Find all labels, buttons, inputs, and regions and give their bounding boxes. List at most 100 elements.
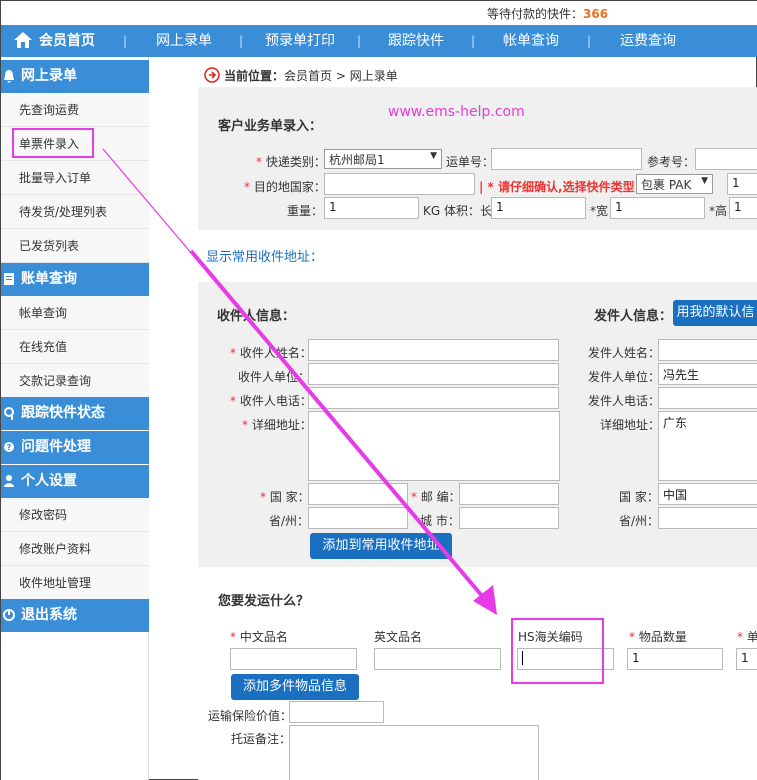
unit-input[interactable]: 1 xyxy=(736,648,757,670)
pending-label: 等待付款的快件： xyxy=(487,7,584,21)
sidebar-item-change-password[interactable]: 修改密码 xyxy=(1,498,149,532)
show-common-address-link[interactable]: 显示常用收件地址： xyxy=(206,246,323,265)
remark-textarea[interactable] xyxy=(289,725,539,780)
sidebar-item-edit-account[interactable]: 修改账户资料 xyxy=(1,532,149,566)
pending-payment-text: 等待付款的快件：366 xyxy=(487,5,608,22)
recipient-phone-input[interactable] xyxy=(308,387,559,409)
nav-online-order[interactable]: 网上录单 xyxy=(156,25,212,57)
sidebar-item-pending-list[interactable]: 待发货/处理列表 xyxy=(1,195,149,229)
bell-icon xyxy=(4,70,14,83)
qty-input[interactable]: 1 xyxy=(627,648,723,670)
destination-label: * 目的地国家： xyxy=(244,180,326,194)
recipient-zip-label: * 邮 编： xyxy=(411,490,461,504)
width-input[interactable]: 1 xyxy=(610,197,705,219)
pending-count[interactable]: 366 xyxy=(583,7,608,21)
sender-name-input[interactable] xyxy=(658,339,757,361)
package-qty-input[interactable]: 1 xyxy=(727,173,757,195)
main-nav: 会员首页 | 网上录单 | 预录单打印 | 跟踪快件 | 帐单查询 | 运费查询 xyxy=(1,25,757,57)
recipient-company-input[interactable] xyxy=(308,363,559,385)
height-input[interactable]: 1 xyxy=(729,197,757,219)
user-icon xyxy=(4,475,14,487)
nav-bill[interactable]: 帐单查询 xyxy=(503,25,559,57)
sender-country-input[interactable]: 中国 xyxy=(658,483,757,505)
question-icon: ? xyxy=(4,442,14,452)
sidebar-item-address-manage[interactable]: 收件地址管理 xyxy=(1,566,149,600)
cn-name-label: * 中文品名 xyxy=(230,630,288,644)
sender-country-label: 国 家： xyxy=(619,490,659,504)
sidebar-group-bill[interactable]: 账单查询 xyxy=(1,263,149,296)
courier-type-label: * 快递类别： xyxy=(256,155,326,169)
sidebar-item-payment-records[interactable]: 交款记录查询 xyxy=(1,364,149,398)
sidebar: 网上录单 先查询运费 单票件录入 批量导入订单 待发货/处理列表 已发货列表 账… xyxy=(1,57,149,780)
sender-name-label: 发件人姓名： xyxy=(588,346,661,360)
volume-length-label: KG 体积：长 xyxy=(423,204,492,218)
sidebar-group-tracking[interactable]: 跟踪快件状态 xyxy=(1,397,149,430)
sender-address-label: 详细地址： xyxy=(600,418,661,432)
sender-province-input[interactable] xyxy=(658,507,757,529)
sidebar-group-title: 跟踪快件状态 xyxy=(21,405,105,421)
sender-province-label: 省/州： xyxy=(619,514,660,528)
nav-track[interactable]: 跟踪快件 xyxy=(388,25,444,57)
sender-company-label: 发件人单位： xyxy=(588,370,661,384)
insurance-label: 运输保险价值： xyxy=(208,709,293,723)
sender-company-input[interactable]: 冯先生 xyxy=(658,363,757,385)
insurance-input[interactable] xyxy=(289,701,384,723)
recipient-name-input[interactable] xyxy=(308,339,559,361)
sidebar-item-batch-import[interactable]: 批量导入订单 xyxy=(1,161,149,195)
package-type-select[interactable]: 包裹 PAK ▼ xyxy=(636,174,713,194)
add-multiple-goods-button[interactable]: 添加多件物品信息 xyxy=(231,674,359,700)
sidebar-group-title: 账单查询 xyxy=(21,271,77,287)
add-common-address-button[interactable]: 添加到常用收件地址 xyxy=(310,533,452,559)
recipient-country-input[interactable] xyxy=(308,483,408,505)
sidebar-group-title: 网上录单 xyxy=(21,68,77,84)
top-bar: 等待付款的快件：366 xyxy=(1,1,757,25)
nav-home[interactable]: 会员首页 xyxy=(39,25,95,57)
sidebar-group-problem[interactable]: ? 问题件处理 xyxy=(1,431,149,464)
nav-separator: | xyxy=(123,34,128,48)
nav-separator: | xyxy=(471,34,476,48)
waybill-input[interactable] xyxy=(491,148,642,170)
tracking-icon xyxy=(4,407,14,420)
en-name-label: 英文品名 xyxy=(374,630,423,644)
breadcrumb-path[interactable]: 会员首页 > 网上录单 xyxy=(284,69,398,83)
sidebar-item-recharge[interactable]: 在线充值 xyxy=(1,330,149,364)
use-default-sender-button[interactable]: 用我的默认信 xyxy=(673,300,757,326)
en-name-input[interactable] xyxy=(374,648,501,670)
nav-preorder-print[interactable]: 预录单打印 xyxy=(265,25,335,57)
weight-input[interactable]: 1 xyxy=(324,197,419,219)
breadcrumb-label: 当前位置： xyxy=(224,69,285,83)
recipient-name-label: * 收件人姓名： xyxy=(230,346,312,360)
sidebar-group-title: 问题件处理 xyxy=(21,439,91,455)
reference-label: 参考号： xyxy=(647,155,696,169)
cn-name-input[interactable] xyxy=(230,648,357,670)
order-form-title: 客户业务单录入： xyxy=(218,119,323,134)
recipient-province-input[interactable] xyxy=(308,507,408,529)
recipient-title: 收件人信息： xyxy=(217,309,296,324)
arrow-right-icon xyxy=(204,67,220,83)
sidebar-item-freight-query[interactable]: 先查询运费 xyxy=(1,93,149,127)
sidebar-group-online-order[interactable]: 网上录单 xyxy=(1,60,149,93)
recipient-country-label: * 国 家： xyxy=(260,490,310,504)
sidebar-item-shipped-list[interactable]: 已发货列表 xyxy=(1,229,149,263)
watermark: www.ems-help.com xyxy=(388,104,525,120)
svg-text:?: ? xyxy=(7,443,12,452)
package-type-warning: | * 请仔细确认,选择快件类型： xyxy=(479,180,647,194)
remark-label: 托运备注： xyxy=(231,732,292,746)
reference-input[interactable] xyxy=(695,148,757,170)
length-input[interactable]: 1 xyxy=(491,197,586,219)
nav-freight[interactable]: 运费查询 xyxy=(620,25,676,57)
recipient-zip-input[interactable] xyxy=(459,483,559,505)
recipient-address-textarea[interactable] xyxy=(308,411,560,481)
sidebar-item-bill-query[interactable]: 帐单查询 xyxy=(1,296,149,330)
courier-type-select[interactable]: 杭州邮局1 ▼ xyxy=(324,149,442,169)
sender-address-textarea[interactable]: 广东 xyxy=(658,411,757,481)
recipient-city-input[interactable] xyxy=(459,507,559,529)
sidebar-group-settings[interactable]: 个人设置 xyxy=(1,465,149,498)
sender-phone-input[interactable] xyxy=(658,387,757,409)
unit-label: * 单 xyxy=(737,630,757,644)
sidebar-group-logout[interactable]: 退出系统 xyxy=(1,599,149,632)
destination-input[interactable] xyxy=(324,173,475,195)
nav-separator: | xyxy=(357,34,362,48)
nav-separator: | xyxy=(587,34,592,48)
goods-title: 您要发运什么？ xyxy=(218,594,310,609)
